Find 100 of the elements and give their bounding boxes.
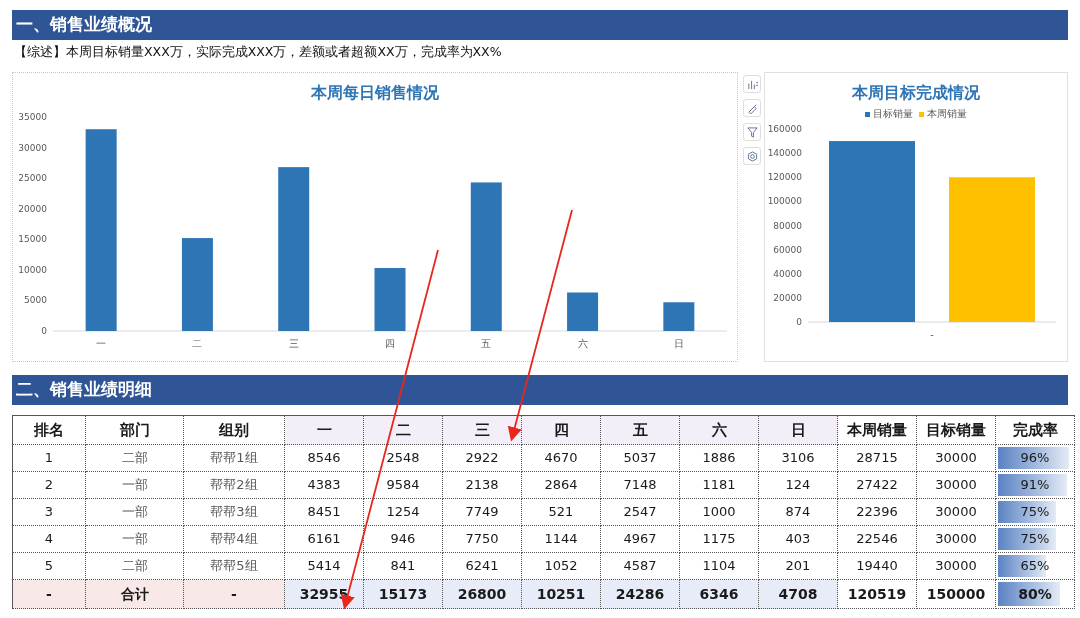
- table-cell-text: 2547: [623, 503, 657, 522]
- axis-category-label: 六: [577, 338, 588, 349]
- table-cell-text: 22396: [856, 503, 898, 522]
- legend-label: 目标销量: [873, 107, 913, 121]
- axis-category-label: 三: [288, 338, 299, 349]
- table-cell-text: 874: [785, 503, 811, 522]
- rate-value: 96%: [1019, 449, 1051, 468]
- table-cell-text: 帮帮2组: [210, 476, 258, 495]
- table-cell-text: 4: [44, 530, 54, 549]
- table-cell-text: -: [231, 584, 237, 604]
- table-cell-text: 9584: [386, 476, 420, 495]
- axis-tick-label: 100000: [767, 196, 802, 207]
- chart-tool-button[interactable]: [743, 123, 761, 141]
- table-cell-text: 2548: [386, 449, 420, 468]
- table-cell-text: 841: [390, 557, 416, 576]
- table-cell-text: 1052: [544, 557, 578, 576]
- chart-bar: [567, 292, 599, 331]
- axis-tick-label: 20000: [18, 203, 47, 214]
- axis-tick-label: 25000: [18, 173, 47, 184]
- axis-tick-label: 35000: [18, 112, 47, 122]
- summary-text: 【综述】本周目标销量XXX万，实际完成XXX万，差额或者超额XX万，完成率为XX%: [14, 43, 502, 62]
- chart-bar: [663, 302, 695, 331]
- column-header: 二: [395, 419, 411, 441]
- table-cell-text: 7148: [623, 476, 657, 495]
- axis-tick-label: 80000: [773, 220, 802, 231]
- table-cell-text: 4708: [778, 584, 818, 604]
- axis-category-label: 二: [192, 338, 203, 349]
- chart-tool-button[interactable]: [743, 147, 761, 165]
- axis-tick-label: 60000: [773, 244, 802, 255]
- table-cell-text: 19440: [856, 557, 898, 576]
- column-header: 六: [711, 419, 727, 441]
- table-cell-text: 1: [44, 449, 54, 468]
- filter-icon: [746, 126, 758, 138]
- table-cell-text: 4587: [623, 557, 657, 576]
- table-cell-text: 15173: [378, 584, 428, 604]
- table-cell-text: 120519: [847, 584, 907, 604]
- table-cell-text: 26800: [457, 584, 507, 604]
- table-cell-text: 2138: [465, 476, 499, 495]
- axis-tick-label: 15000: [18, 234, 47, 245]
- table-cell-text: 150000: [926, 584, 986, 604]
- axis-tick-label: 120000: [767, 172, 802, 183]
- table-cell-text: 24286: [615, 584, 665, 604]
- column-header: 四: [553, 419, 569, 441]
- table-cell-text: 2864: [544, 476, 578, 495]
- rate-value: 91%: [1019, 476, 1051, 495]
- section-title: 一、销售业绩概况: [16, 13, 152, 37]
- table-cell-text: 27422: [856, 476, 898, 495]
- table-cell-text: 1181: [702, 476, 736, 495]
- table-cell-text: 4967: [623, 530, 657, 549]
- table-cell-text: 2922: [465, 449, 499, 468]
- table-cell-text: 5037: [623, 449, 657, 468]
- table-cell-text: 521: [548, 503, 574, 522]
- table-cell-text: 帮帮4组: [210, 530, 258, 549]
- table-cell-text: 30000: [935, 449, 977, 468]
- column-header: 日: [790, 419, 806, 441]
- column-header: 组别: [219, 419, 249, 441]
- table-cell-text: 10251: [536, 584, 586, 604]
- table-cell-text: 403: [785, 530, 811, 549]
- table-cell-text: 一部: [121, 476, 148, 495]
- chart-tool-button[interactable]: [743, 75, 761, 93]
- column-header: 完成率: [1012, 419, 1058, 441]
- axis-tick-label: 40000: [773, 269, 802, 279]
- axis-tick-label: 140000: [767, 148, 802, 159]
- column-header: 目标销量: [926, 419, 986, 441]
- axis-category-label: -: [930, 329, 934, 341]
- table-cell-text: 8546: [307, 449, 341, 468]
- table-cell-text: 1254: [386, 503, 420, 522]
- legend-label: 本周销量: [927, 107, 967, 121]
- table-cell-text: 1104: [702, 557, 736, 576]
- table-cell-text: 合计: [120, 584, 149, 604]
- column-header: 一: [316, 419, 332, 441]
- table-cell-text: 帮帮3组: [210, 503, 258, 522]
- table-cell-text: 3: [44, 503, 54, 522]
- chart-bar: [374, 268, 406, 331]
- table-cell-text: 5414: [307, 557, 341, 576]
- table-cell-text: 二部: [121, 449, 148, 468]
- table-cell-text: -: [46, 584, 52, 604]
- rate-value: 75%: [1019, 503, 1051, 522]
- axis-category-label: 五: [481, 338, 492, 349]
- table-cell-text: 28715: [856, 449, 898, 468]
- table-cell-text: 1886: [702, 449, 736, 468]
- rate-value: 75%: [1019, 530, 1051, 549]
- table-cell-text: 4383: [307, 476, 341, 495]
- table-cell-text: 7750: [465, 530, 499, 549]
- chart-elements-icon: [746, 78, 758, 90]
- table-cell-text: 8451: [307, 503, 341, 522]
- axis-tick-label: 5000: [24, 295, 47, 306]
- column-header: 排名: [34, 419, 64, 441]
- chart-title: 本周目标完成情况: [852, 82, 980, 104]
- table-cell-text: 6346: [699, 584, 739, 604]
- table-cell-text: 帮帮5组: [210, 557, 258, 576]
- table-cell-text: 22546: [856, 530, 898, 549]
- axis-category-label: 四: [385, 338, 395, 349]
- table-cell-text: 30000: [935, 557, 977, 576]
- chart-tool-button[interactable]: [743, 99, 761, 117]
- table-cell-text: 124: [785, 476, 811, 495]
- table-cell-text: 一部: [121, 503, 148, 522]
- rate-value: 80%: [1017, 584, 1053, 604]
- table-cell-text: 5: [44, 557, 54, 576]
- table-cell-text: 201: [785, 557, 811, 576]
